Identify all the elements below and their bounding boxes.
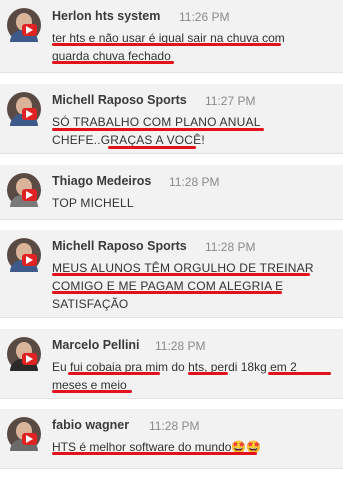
highlight-underline: [52, 128, 264, 131]
youtube-badge-icon: [22, 254, 37, 266]
highlight-underline: [52, 43, 281, 46]
timestamp: 11:28 PM: [169, 175, 220, 189]
comment-card: Herlon hts system 11:26 PM ter hts e não…: [0, 0, 343, 73]
author-name[interactable]: fabio wagner: [52, 418, 129, 432]
timestamp: 11:26 PM: [179, 10, 230, 24]
youtube-badge-icon: [22, 24, 37, 36]
youtube-badge-icon: [22, 353, 37, 365]
highlight-underline: [188, 372, 228, 375]
comment-card: Thiago Medeiros 11:28 PM TOP MICHELL: [0, 165, 343, 220]
comment-card: fabio wagner 11:28 PM HTS é melhor softw…: [0, 409, 343, 469]
highlight-underline: [52, 273, 310, 276]
timestamp: 11:28 PM: [155, 339, 206, 353]
highlight-underline: [52, 452, 257, 455]
message-text: SÓ TRABALHO COM PLANO ANUAL CHEFE..GRAÇA…: [52, 113, 334, 149]
author-name[interactable]: Herlon hts system: [52, 9, 160, 23]
comment-card: Michell Raposo Sports 11:27 PM SÓ TRABAL…: [0, 84, 343, 154]
message-text: Eu fui cobaia pra mim do hts, perdi 18kg…: [52, 358, 334, 394]
timestamp: 11:28 PM: [205, 240, 256, 254]
youtube-badge-icon: [22, 108, 37, 120]
comment-feed: Herlon hts system 11:26 PM ter hts e não…: [0, 0, 343, 485]
timestamp: 11:28 PM: [149, 419, 200, 433]
message-line: SATISFAÇÃO: [52, 297, 129, 311]
highlight-underline: [52, 291, 282, 294]
comment-card: Marcelo Pellini 11:28 PM Eu fui cobaia p…: [0, 329, 343, 399]
message-text: ter hts e não usar é igual sair na chuva…: [52, 29, 334, 65]
author-name[interactable]: Marcelo Pellini: [52, 338, 140, 352]
author-name[interactable]: Michell Raposo Sports: [52, 93, 187, 107]
message-text: TOP MICHELL: [52, 194, 334, 212]
highlight-underline: [68, 372, 160, 375]
youtube-badge-icon: [22, 189, 37, 201]
message-text: MEUS ALUNOS TÊM ORGULHO DE TREINAR COMIG…: [52, 259, 334, 313]
highlight-underline: [52, 390, 132, 393]
author-name[interactable]: Michell Raposo Sports: [52, 239, 187, 253]
highlight-underline: [268, 372, 331, 375]
highlight-underline: [52, 61, 174, 64]
youtube-badge-icon: [22, 433, 37, 445]
highlight-underline: [108, 146, 196, 149]
comment-card: Michell Raposo Sports 11:28 PM MEUS ALUN…: [0, 230, 343, 318]
timestamp: 11:27 PM: [205, 94, 256, 108]
author-name[interactable]: Thiago Medeiros: [52, 174, 151, 188]
message-line: TOP MICHELL: [52, 196, 134, 210]
